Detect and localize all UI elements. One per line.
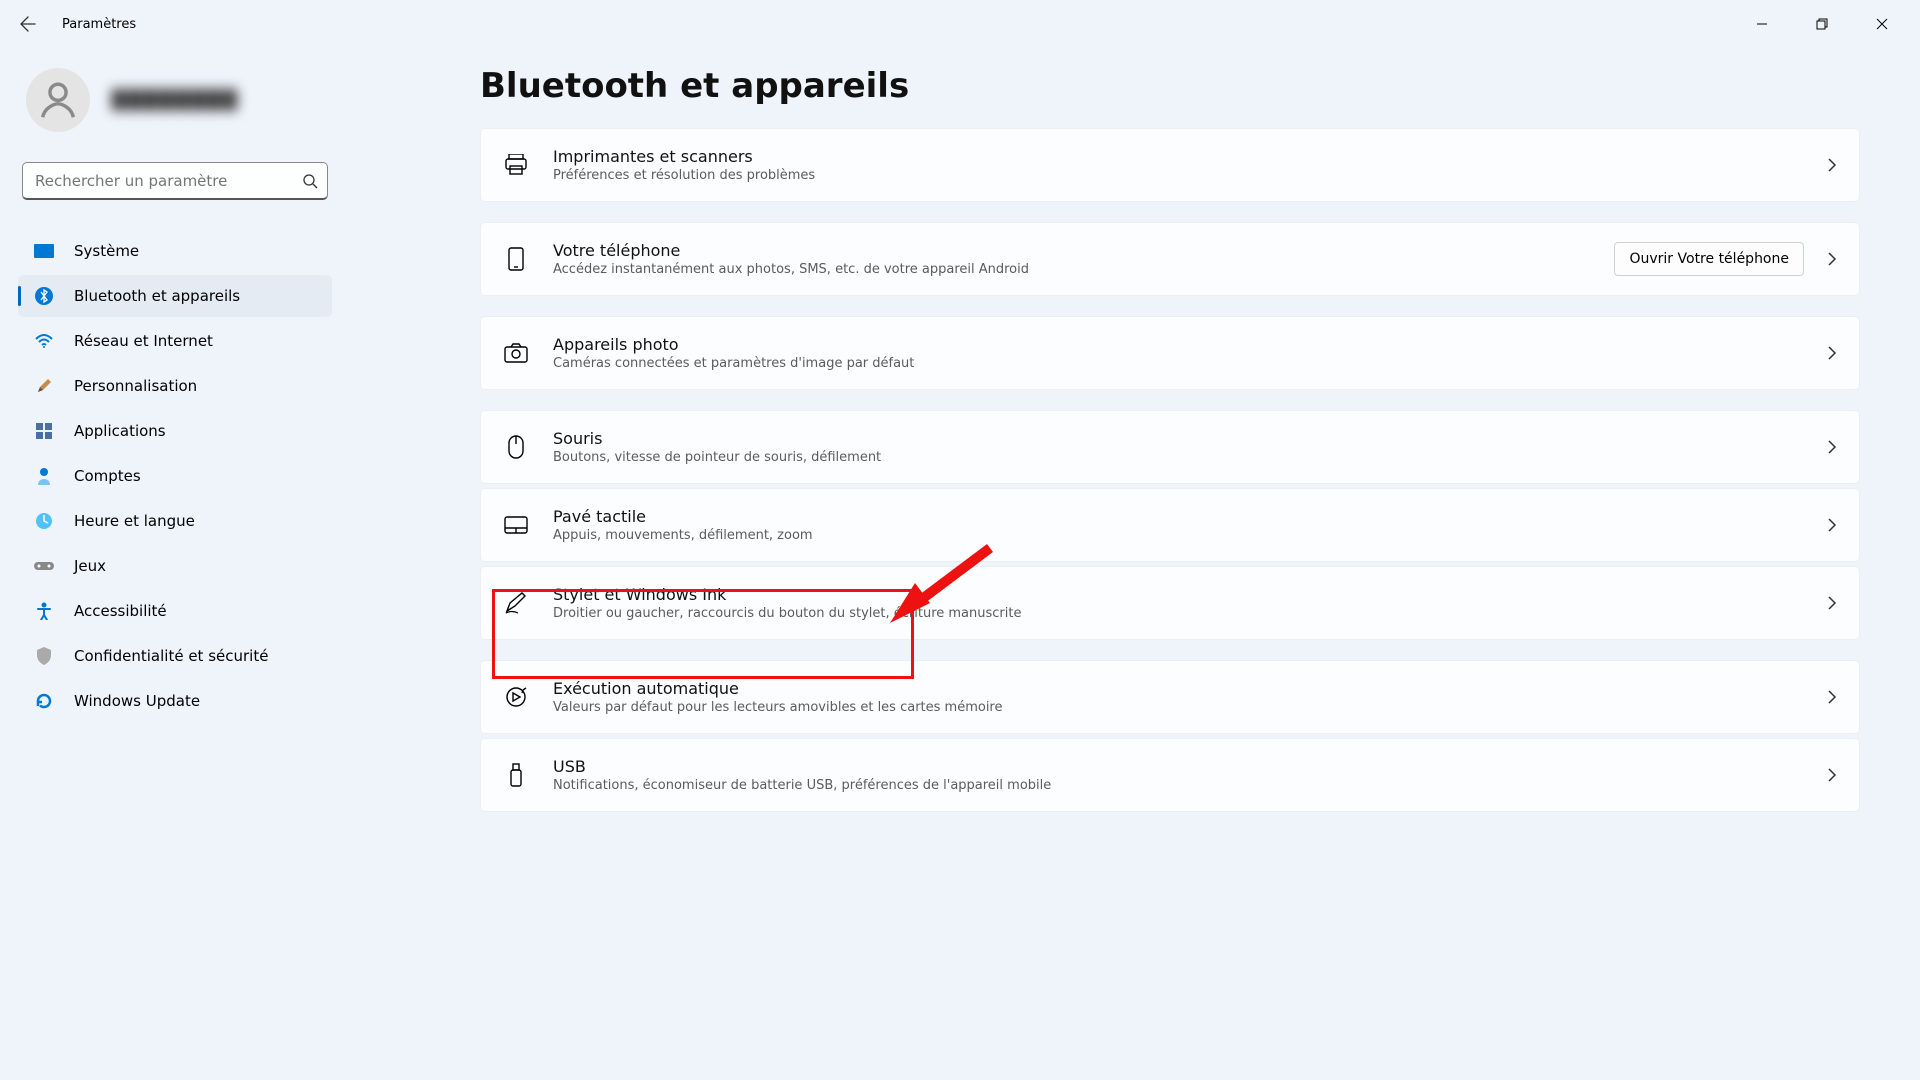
sidebar-item-label: Confidentialité et sécurité bbox=[74, 647, 268, 665]
sidebar-item-accessibility[interactable]: Accessibilité bbox=[18, 590, 332, 632]
card-title: Souris bbox=[553, 429, 1804, 448]
sidebar-item-label: Jeux bbox=[74, 557, 106, 575]
chevron-right-icon bbox=[1828, 158, 1837, 172]
card-title: Votre téléphone bbox=[553, 241, 1590, 260]
maximize-icon bbox=[1816, 18, 1828, 30]
bluetooth-icon bbox=[34, 287, 54, 305]
touchpad-icon bbox=[503, 516, 529, 534]
sidebar-item-label: Personnalisation bbox=[74, 377, 197, 395]
settings-list: Imprimantes et scanners Préférences et ré… bbox=[480, 128, 1860, 812]
printer-icon bbox=[503, 154, 529, 176]
display-icon bbox=[34, 244, 54, 258]
mouse-icon bbox=[503, 435, 529, 459]
main-content: Bluetooth et appareils Imprimantes et sc… bbox=[350, 48, 1920, 1080]
phone-icon bbox=[503, 247, 529, 271]
card-title: Imprimantes et scanners bbox=[553, 147, 1804, 166]
sidebar-item-label: Système bbox=[74, 242, 139, 260]
avatar bbox=[26, 68, 90, 132]
card-autoplay[interactable]: Exécution automatique Valeurs par défaut … bbox=[480, 660, 1860, 734]
sidebar: ████████ Système Bluetooth et appareils … bbox=[0, 48, 350, 1080]
sidebar-item-gaming[interactable]: Jeux bbox=[18, 545, 332, 587]
close-button[interactable] bbox=[1852, 4, 1912, 44]
open-phone-button[interactable]: Ouvrir Votre téléphone bbox=[1614, 242, 1804, 276]
wifi-icon bbox=[34, 334, 54, 348]
chevron-right-icon bbox=[1828, 252, 1837, 266]
pen-icon bbox=[503, 592, 529, 614]
card-title: Appareils photo bbox=[553, 335, 1804, 354]
accessibility-icon bbox=[34, 602, 54, 620]
brush-icon bbox=[34, 377, 54, 395]
chevron-right-icon bbox=[1828, 346, 1837, 360]
card-usb[interactable]: USB Notifications, économiseur de batteri… bbox=[480, 738, 1860, 812]
arrow-left-icon bbox=[20, 16, 36, 32]
minimize-button[interactable] bbox=[1732, 4, 1792, 44]
search-container bbox=[18, 162, 332, 200]
card-desc: Appuis, mouvements, défilement, zoom bbox=[553, 528, 1804, 543]
close-icon bbox=[1876, 18, 1888, 30]
sidebar-item-label: Accessibilité bbox=[74, 602, 167, 620]
window-title: Paramètres bbox=[62, 17, 136, 32]
back-button[interactable] bbox=[8, 4, 48, 44]
card-desc: Préférences et résolution des problèmes bbox=[553, 168, 1804, 183]
card-desc: Accédez instantanément aux photos, SMS, … bbox=[553, 262, 1590, 277]
autoplay-icon bbox=[503, 686, 529, 708]
sidebar-item-bluetooth[interactable]: Bluetooth et appareils bbox=[18, 275, 332, 317]
card-title: Exécution automatique bbox=[553, 679, 1804, 698]
camera-icon bbox=[503, 343, 529, 363]
card-title: Pavé tactile bbox=[553, 507, 1804, 526]
sidebar-item-update[interactable]: Windows Update bbox=[18, 680, 332, 722]
sidebar-item-network[interactable]: Réseau et Internet bbox=[18, 320, 332, 362]
sidebar-item-system[interactable]: Système bbox=[18, 230, 332, 272]
card-desc: Notifications, économiseur de batterie U… bbox=[553, 778, 1804, 793]
sidebar-item-personalization[interactable]: Personnalisation bbox=[18, 365, 332, 407]
sidebar-item-label: Windows Update bbox=[74, 692, 200, 710]
usb-icon bbox=[503, 763, 529, 787]
sidebar-item-label: Bluetooth et appareils bbox=[74, 287, 240, 305]
card-touchpad[interactable]: Pavé tactile Appuis, mouvements, défileme… bbox=[480, 488, 1860, 562]
person-icon bbox=[35, 77, 81, 123]
card-phone[interactable]: Votre téléphone Accédez instantanément au… bbox=[480, 222, 1860, 296]
apps-icon bbox=[34, 423, 54, 439]
card-title: Stylet et Windows Ink bbox=[553, 585, 1804, 604]
card-pen[interactable]: Stylet et Windows Ink Droitier ou gaucher… bbox=[480, 566, 1860, 640]
minimize-icon bbox=[1756, 18, 1768, 30]
sidebar-nav: Système Bluetooth et appareils Réseau et… bbox=[18, 230, 332, 722]
maximize-button[interactable] bbox=[1792, 4, 1852, 44]
window-controls bbox=[1732, 4, 1912, 44]
search-icon[interactable] bbox=[302, 173, 318, 189]
clock-globe-icon bbox=[34, 512, 54, 530]
account-name: ████████ bbox=[112, 90, 239, 111]
gamepad-icon bbox=[34, 560, 54, 572]
sidebar-item-apps[interactable]: Applications bbox=[18, 410, 332, 452]
card-cameras[interactable]: Appareils photo Caméras connectées et par… bbox=[480, 316, 1860, 390]
sidebar-item-time[interactable]: Heure et langue bbox=[18, 500, 332, 542]
titlebar: Paramètres bbox=[0, 0, 1920, 48]
card-mouse[interactable]: Souris Boutons, vitesse de pointeur de so… bbox=[480, 410, 1860, 484]
card-printers[interactable]: Imprimantes et scanners Préférences et ré… bbox=[480, 128, 1860, 202]
sidebar-item-label: Applications bbox=[74, 422, 166, 440]
card-desc: Caméras connectées et paramètres d'image… bbox=[553, 356, 1804, 371]
page-title: Bluetooth et appareils bbox=[480, 66, 1870, 106]
account-header[interactable]: ████████ bbox=[18, 48, 332, 162]
sidebar-item-label: Réseau et Internet bbox=[74, 332, 213, 350]
chevron-right-icon bbox=[1828, 690, 1837, 704]
search-input[interactable] bbox=[22, 162, 328, 200]
card-desc: Boutons, vitesse de pointeur de souris, … bbox=[553, 450, 1804, 465]
chevron-right-icon bbox=[1828, 518, 1837, 532]
card-desc: Valeurs par défaut pour les lecteurs amo… bbox=[553, 700, 1804, 715]
sidebar-item-label: Heure et langue bbox=[74, 512, 195, 530]
chevron-right-icon bbox=[1828, 768, 1837, 782]
card-title: USB bbox=[553, 757, 1804, 776]
sidebar-item-label: Comptes bbox=[74, 467, 141, 485]
chevron-right-icon bbox=[1828, 596, 1837, 610]
update-icon bbox=[34, 692, 54, 710]
chevron-right-icon bbox=[1828, 440, 1837, 454]
card-desc: Droitier ou gaucher, raccourcis du bouto… bbox=[553, 606, 1804, 621]
shield-icon bbox=[34, 647, 54, 665]
sidebar-item-privacy[interactable]: Confidentialité et sécurité bbox=[18, 635, 332, 677]
account-icon bbox=[34, 467, 54, 485]
sidebar-item-accounts[interactable]: Comptes bbox=[18, 455, 332, 497]
